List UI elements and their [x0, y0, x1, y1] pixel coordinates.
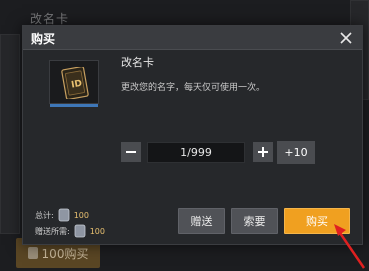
- add-ten-button[interactable]: +10: [277, 141, 315, 164]
- plus-icon: [258, 147, 268, 157]
- total-row: 总计: 100: [35, 208, 89, 222]
- increase-button[interactable]: [253, 142, 273, 162]
- gift-button[interactable]: 赠送: [178, 208, 225, 234]
- quantity-input[interactable]: 1/999: [147, 142, 245, 163]
- background-card-left: [0, 34, 20, 234]
- close-icon: [340, 32, 352, 44]
- request-button[interactable]: 索要: [231, 208, 278, 234]
- coin-icon: [74, 224, 86, 238]
- gift-cost-row: 赠送所需: 100: [35, 224, 105, 238]
- dialog-header: 购买: [23, 26, 362, 50]
- background-buy-label: 100购买: [41, 246, 89, 261]
- item-name: 改名卡: [121, 56, 154, 69]
- annotation-arrow-icon: [334, 224, 366, 269]
- rename-card-icon: ID: [61, 67, 89, 99]
- total-value: 100: [73, 210, 89, 220]
- total-label: 总计:: [35, 210, 54, 220]
- dialog-title: 购买: [31, 32, 56, 46]
- item-thumbnail: ID: [49, 60, 99, 107]
- quantity-value: 1/999: [180, 146, 212, 159]
- coin-icon: [27, 247, 38, 259]
- close-button[interactable]: [336, 28, 356, 48]
- card-label: ID: [71, 79, 83, 91]
- item-description: 更改您的名字，每天仅可使用一次。: [121, 83, 266, 93]
- gift-cost-label: 赠送所需:: [35, 226, 70, 236]
- purchase-dialog: 购买 ID 改名卡 更改您的名字，每天仅可使用一次。 1/999 +10 总计:…: [22, 25, 363, 245]
- decrease-button[interactable]: [121, 142, 141, 162]
- gift-cost-value: 100: [89, 226, 105, 236]
- coin-icon: [58, 208, 70, 222]
- selection-underline: [50, 104, 98, 107]
- minus-icon: [126, 151, 136, 153]
